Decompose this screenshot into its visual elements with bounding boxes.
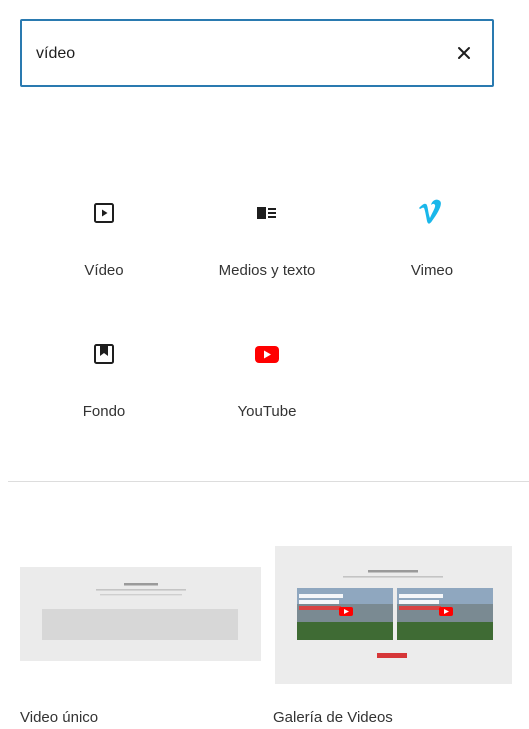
divider — [8, 481, 529, 482]
media-text-icon — [187, 199, 347, 227]
block-label: Vimeo — [410, 262, 454, 279]
block-label: Fondo — [82, 403, 126, 420]
pattern-label-video-unico: Video único — [20, 709, 99, 726]
clear-search-button[interactable] — [452, 41, 476, 65]
pattern-card-video-unico[interactable] — [20, 538, 261, 691]
vimeo-icon — [352, 199, 512, 227]
block-media-text[interactable]: Medios y texto — [187, 199, 347, 329]
youtube-icon — [187, 340, 347, 368]
pattern-preview — [20, 538, 261, 691]
search-box — [20, 19, 494, 87]
pattern-label-galeria-videos: Galería de Videos — [273, 709, 393, 726]
video-icon — [24, 199, 184, 227]
block-label: Medios y texto — [218, 262, 316, 279]
pattern-card-galeria-videos[interactable] — [273, 538, 514, 691]
pattern-preview — [273, 538, 514, 691]
search-input[interactable] — [36, 41, 416, 67]
block-label: YouTube — [237, 403, 297, 420]
cover-icon — [24, 340, 184, 368]
block-cover[interactable]: Fondo — [24, 340, 184, 470]
block-vimeo[interactable]: Vimeo — [352, 199, 512, 329]
close-icon — [458, 47, 470, 59]
block-youtube[interactable]: YouTube — [187, 340, 347, 470]
block-video[interactable]: Vídeo — [24, 199, 184, 329]
block-label: Vídeo — [84, 262, 124, 279]
